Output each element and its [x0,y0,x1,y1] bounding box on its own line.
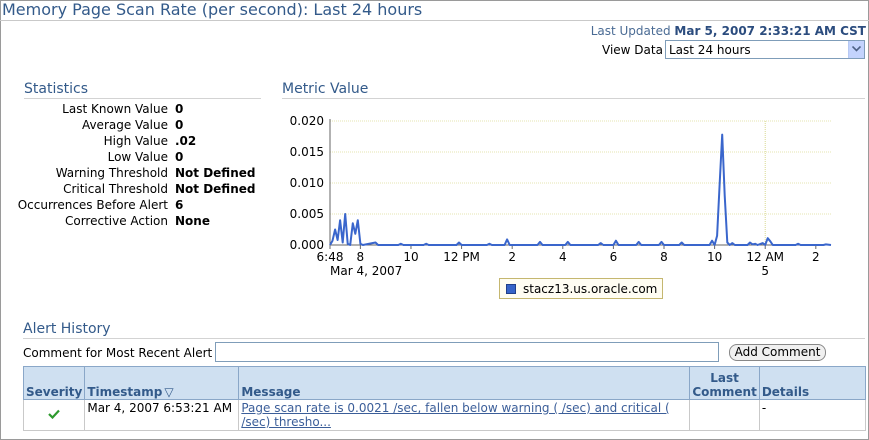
stat-label: Last Known Value [62,102,168,116]
x-tick-label: 2 [812,250,820,264]
stat-label: Critical Threshold [63,182,168,196]
stat-value: Not Defined [175,166,256,180]
comment-input[interactable] [215,342,719,362]
message-cell: Page scan rate is 0.0021 /sec, fallen be… [238,399,691,431]
details-cell: - [758,399,867,431]
legend-swatch [506,284,516,294]
statistics-heading: Statistics [24,81,88,97]
x-tick-label: 10 [707,250,722,264]
y-tick-label: 0.015 [290,145,324,159]
view-data-label: View Data [602,43,663,57]
stat-label: High Value [103,134,168,148]
column-header-message[interactable]: Message [238,366,691,400]
add-comment-button[interactable]: Add Comment [729,344,826,361]
stat-value: 0 [175,118,184,132]
y-tick-label: 0.020 [290,114,324,128]
stat-value: Not Defined [175,182,256,196]
severity-cell [22,399,86,431]
alert-message-link[interactable]: Page scan rate is 0.0021 /sec, fallen be… [241,401,669,429]
stat-label: Average Value [81,118,168,132]
x-tick-label: 2 [508,250,516,264]
checkmark-icon [48,409,60,420]
alert-history-heading: Alert History [23,321,111,337]
page-title: Memory Page Scan Rate (per second): Last… [2,0,423,19]
x-tick-label: 12 AM [746,250,784,264]
dropdown-arrow-icon[interactable] [848,41,864,58]
stat-label: Warning Threshold [55,166,168,180]
last-updated-value: Mar 5, 2007 2:33:21 AM CST [674,24,866,38]
last-updated: Last Updated Mar 5, 2007 2:33:21 AM CST [591,24,866,38]
x-tick-label: 8 [357,250,365,264]
stat-label: Low Value [107,150,168,164]
y-tick-label: 0.010 [290,176,324,190]
view-data-select[interactable]: Last 24 hours [665,40,865,59]
stat-value: 6 [175,198,184,212]
x-tick-sublabel: 5 [761,264,769,278]
statistics-divider [24,98,261,99]
metric-value-heading: Metric Value [282,81,369,97]
chart-legend: stacz13.us.oracle.com [499,278,663,299]
table-row: Mar 4, 2007 6:53:21 AM Page scan rate is… [22,399,867,431]
stat-value: 0 [175,102,184,116]
sort-descending-icon[interactable]: ▽ [164,385,173,399]
column-header-details[interactable]: Details [758,366,867,400]
stat-value: 0 [175,150,184,164]
x-tick-label: 6 [610,250,618,264]
title-divider [0,20,869,21]
comment-label: Comment for Most Recent Alert [23,346,213,360]
x-tick-label: 10 [403,250,418,264]
column-header-last-comment[interactable]: Last Comment [689,366,760,400]
stat-label: Occurrences Before Alert [17,198,168,212]
x-tick-label: 4 [559,250,567,264]
column-header-timestamp[interactable]: Timestamp ▽ [84,366,240,400]
alert-history-table: Severity Timestamp ▽ Message Last Comment … [22,366,867,431]
x-tick-label: 12 PM [443,250,480,264]
last-updated-label: Last Updated [590,24,671,38]
x-tick-label: 6:48 [317,250,344,264]
metric-divider [282,98,865,99]
column-header-severity[interactable]: Severity [22,366,86,400]
legend-label: stacz13.us.oracle.com [523,282,658,296]
series-line [329,133,832,246]
alert-history-divider [23,338,865,339]
timestamp-cell: Mar 4, 2007 6:53:21 AM [84,399,240,431]
view-data-selected: Last 24 hours [669,43,751,57]
stat-value: .02 [175,134,197,148]
stat-label: Corrective Action [64,214,168,228]
y-tick-label: 0.005 [290,207,324,221]
x-tick-label: 8 [660,250,668,264]
metric-chart: 0.0200.0150.0100.0050.0006:48Mar 4, 2007… [290,114,832,278]
last-comment-cell [689,399,760,431]
x-tick-sublabel: Mar 4, 2007 [330,264,402,278]
stat-value: None [175,214,210,228]
